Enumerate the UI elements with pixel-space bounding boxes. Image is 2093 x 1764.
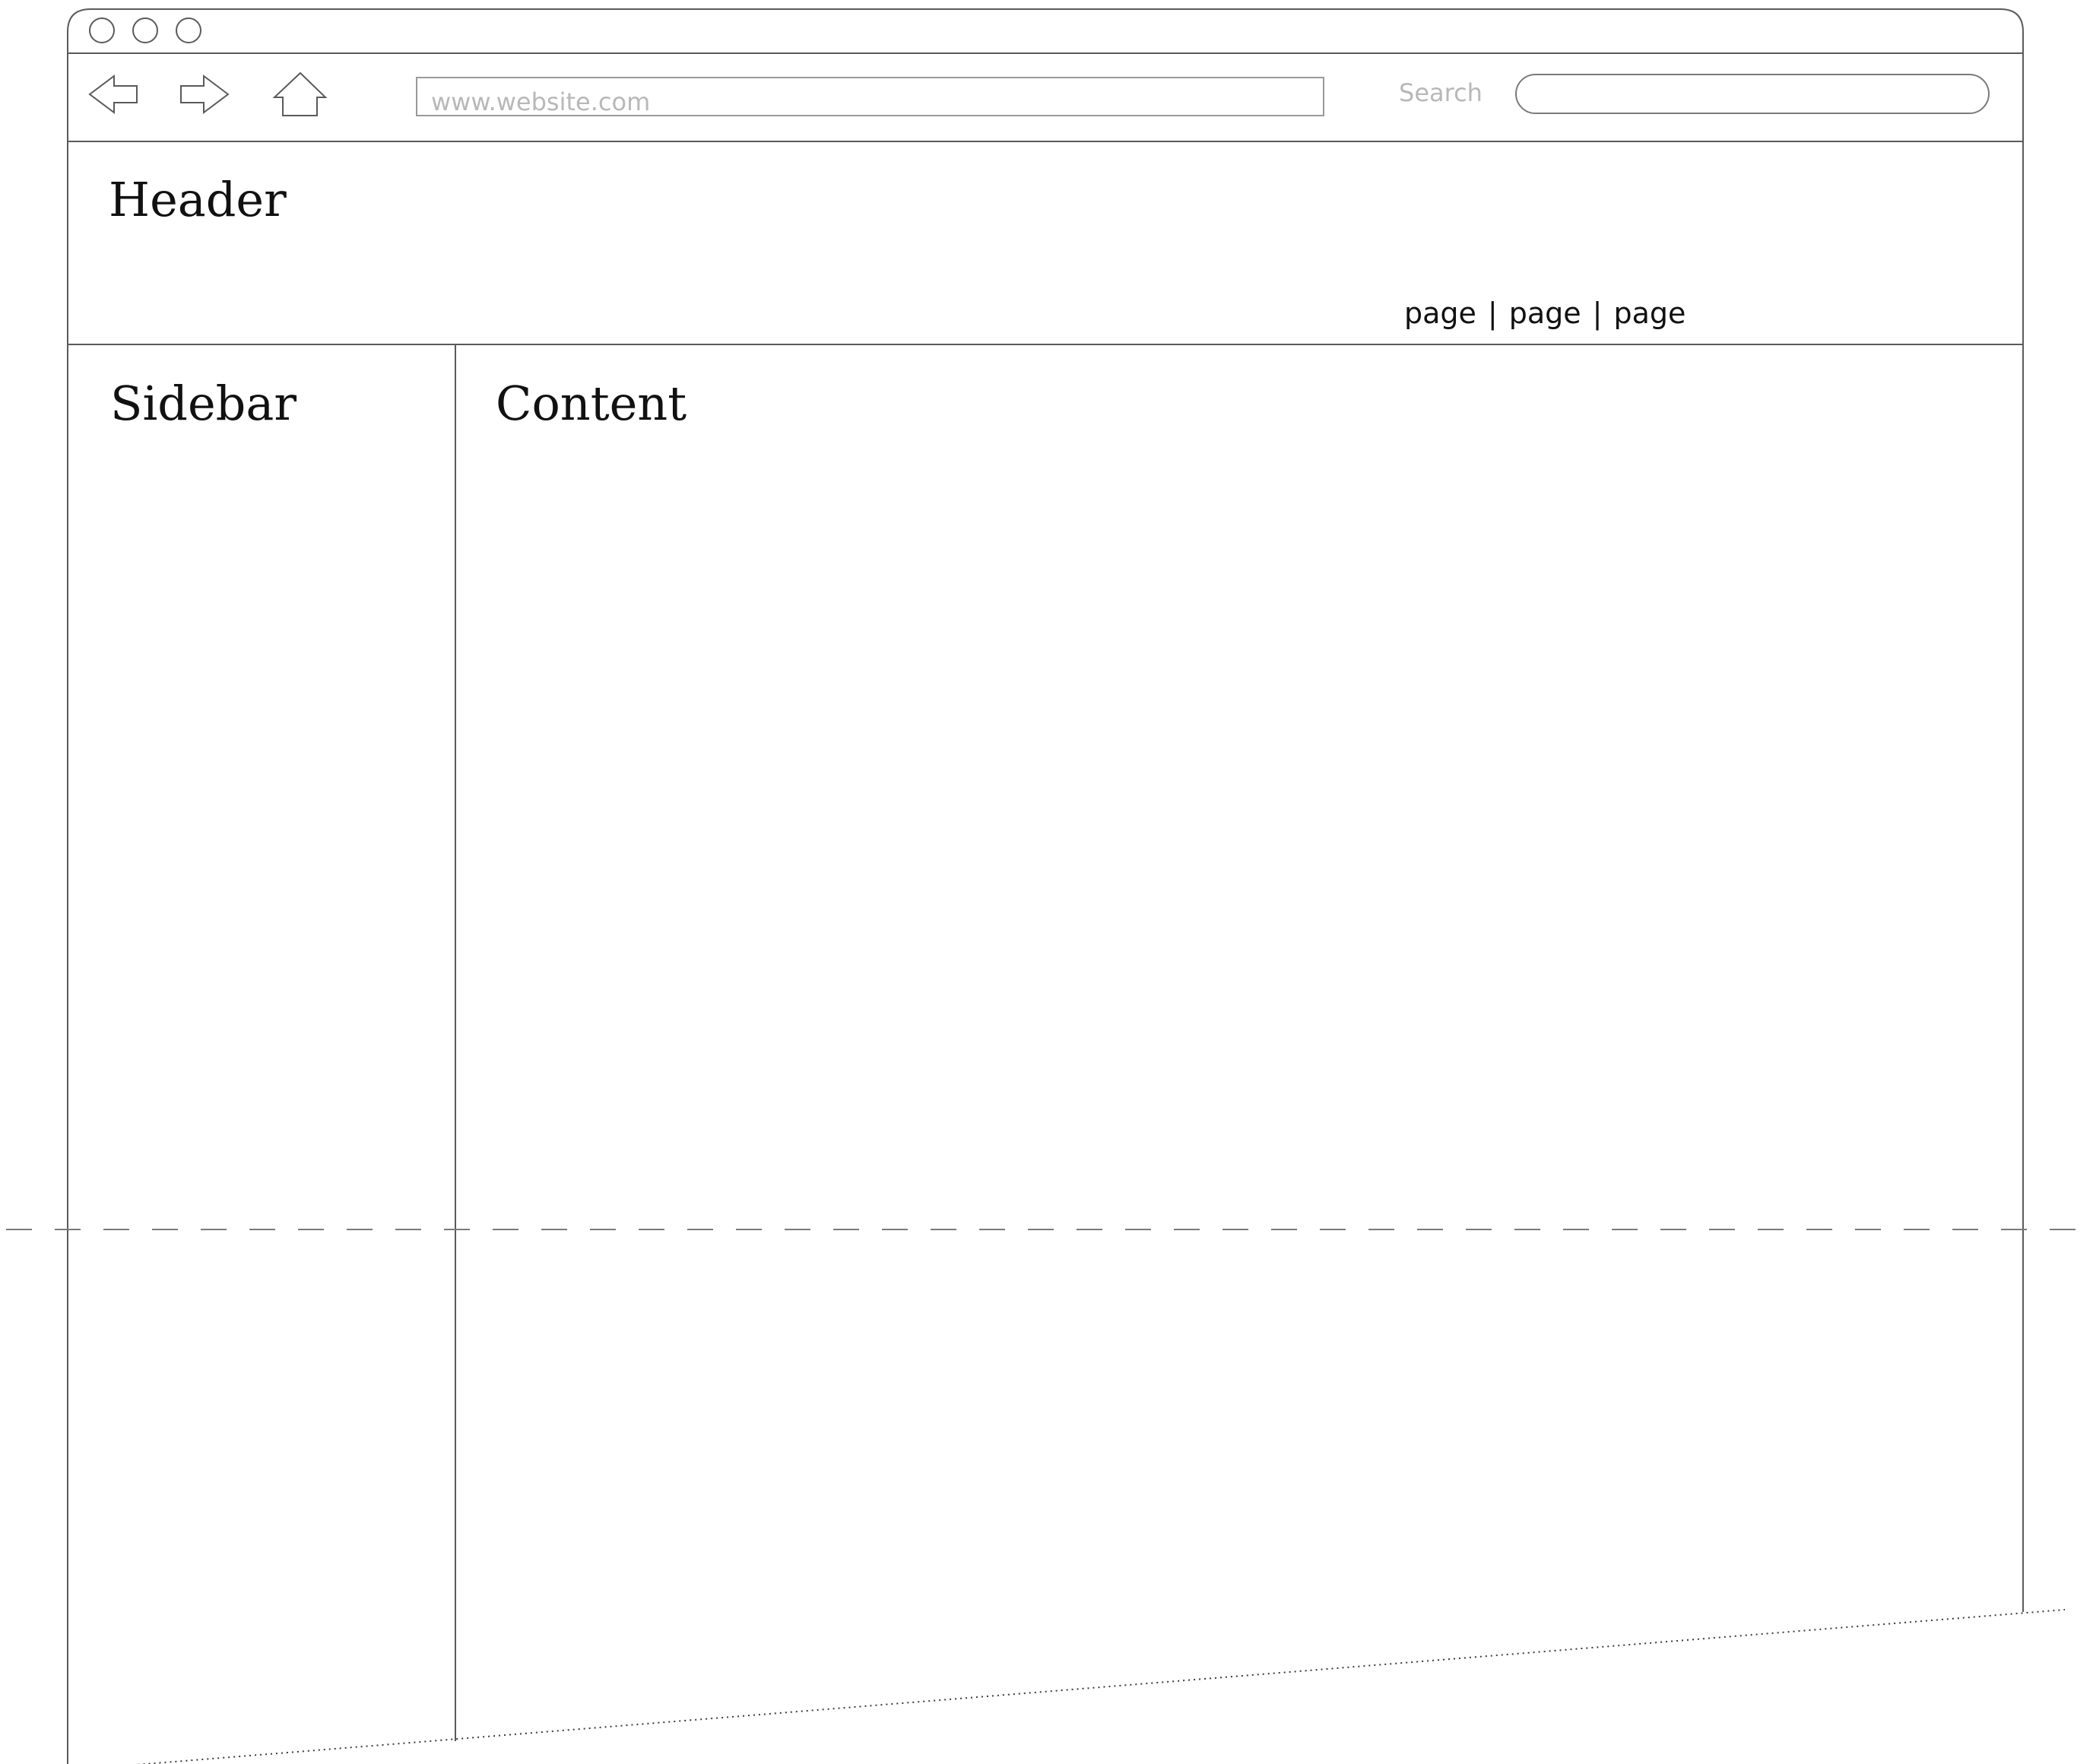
nav-link-page-2[interactable]: page bbox=[1509, 299, 1581, 328]
url-field[interactable]: www.website.com bbox=[416, 77, 1324, 116]
nav-link-page-1[interactable]: page bbox=[1404, 299, 1476, 328]
window-maximize-button[interactable] bbox=[176, 17, 201, 43]
wireframe-canvas: www.website.com Search Header page | page |… bbox=[0, 0, 2093, 1764]
back-arrow-icon[interactable] bbox=[88, 75, 138, 114]
browser-frame bbox=[67, 8, 2024, 1764]
forward-arrow-icon[interactable] bbox=[180, 75, 230, 114]
sidebar-title: Sidebar bbox=[110, 376, 297, 431]
header-nav: page | page | page bbox=[1404, 299, 1685, 328]
window-minimize-button[interactable] bbox=[132, 17, 158, 43]
url-placeholder: www.website.com bbox=[431, 87, 651, 116]
content-title: Content bbox=[496, 376, 687, 431]
cut-off-edge bbox=[135, 1609, 2066, 1764]
header-title: Header bbox=[109, 172, 287, 227]
wireframe-outline bbox=[6, 8, 2093, 1764]
window-close-button[interactable] bbox=[89, 17, 115, 43]
search-label: Search bbox=[1399, 78, 1483, 107]
nav-separator: | bbox=[1487, 297, 1498, 330]
nav-separator: | bbox=[1592, 297, 1603, 330]
search-input[interactable] bbox=[1515, 74, 1990, 114]
home-icon[interactable] bbox=[272, 71, 328, 116]
nav-link-page-3[interactable]: page bbox=[1613, 299, 1685, 328]
